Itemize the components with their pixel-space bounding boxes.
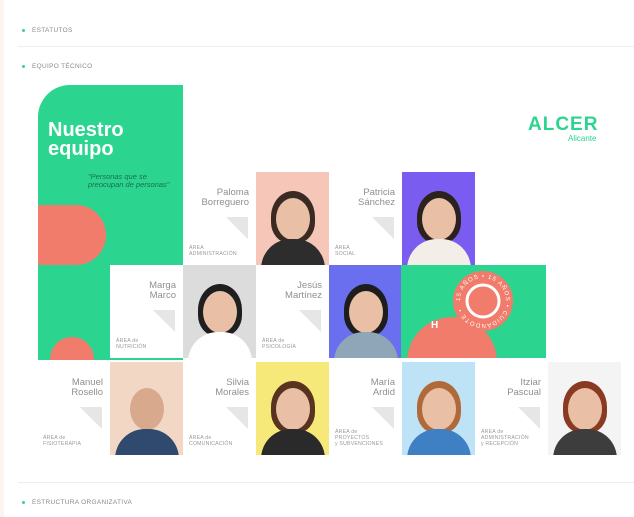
divider	[18, 482, 634, 483]
member-area: ÁREA de PSICOLOGÍA	[262, 338, 296, 350]
member-photo-patricia	[402, 172, 475, 265]
face-shape	[421, 388, 456, 431]
divider	[18, 46, 634, 47]
heart-logo-icon: H	[431, 320, 439, 331]
triangle-icon	[226, 407, 248, 429]
member-card-maria: María Ardid ÁREA de PROYECTOS y SUBVENCI…	[329, 362, 402, 455]
body-shape	[333, 332, 398, 358]
face-shape	[348, 291, 383, 334]
member-area: ÁREA de NUTRICIÓN	[116, 338, 147, 350]
triangle-icon	[372, 407, 394, 429]
triangle-icon	[226, 217, 248, 239]
face-shape	[275, 198, 310, 241]
alcer-logo: ALCER Alicante	[528, 115, 623, 145]
triangle-icon	[153, 310, 175, 332]
member-area: ÁREA ADMINISTRACIÓN	[189, 245, 237, 257]
triangle-icon	[518, 407, 540, 429]
member-area: ÁREA de ADMINISTRACIÓN y RECEPCIÓN	[481, 429, 529, 447]
face-shape	[567, 388, 602, 431]
logo-city: Alicante	[568, 134, 597, 143]
triangle-icon	[372, 217, 394, 239]
member-card-jesus: Jesús Martínez ÁREA de PSICOLOGÍA	[256, 265, 329, 358]
body-shape	[114, 429, 179, 455]
member-name: Manuel Rosello	[71, 377, 103, 398]
member-photo-manuel	[110, 362, 183, 455]
member-card-itziar: Itziar Pascual ÁREA de ADMINISTRACIÓN y …	[475, 362, 548, 455]
member-photo-maria	[402, 362, 475, 455]
accordion-estructura-label: ESTRUCTURA ORGANIZATIVA	[32, 498, 133, 506]
logo-name: ALCER	[528, 114, 599, 135]
member-area: ÁREA de COMUNICACIÓN	[189, 435, 233, 447]
member-card-marga: Marga Marco ÁREA de NUTRICIÓN	[110, 265, 183, 358]
member-card-manuel: Manuel Rosello ÁREA de FISIOTERAPIA	[37, 362, 110, 455]
member-photo-marga	[183, 265, 256, 358]
triangle-icon	[80, 407, 102, 429]
panel-quote: "Personas que se preocupan de personas"	[88, 172, 170, 189]
body-shape	[260, 429, 325, 455]
member-photo-jesus	[329, 265, 402, 358]
bullet-icon	[22, 64, 25, 68]
body-shape	[552, 429, 617, 455]
member-area: ÁREA de FISIOTERAPIA	[43, 435, 82, 447]
member-name: Silvia Morales	[215, 377, 249, 398]
face-shape	[421, 198, 456, 241]
accordion-estatutos[interactable]: ESTATUTOS	[22, 23, 73, 37]
anniversary-stamp: 15 AÑOS • 15 AÑOS • CUIDÁNDOTE •	[453, 271, 513, 331]
member-name: Patricia Sánchez	[358, 187, 395, 208]
member-photo-silvia	[256, 362, 329, 455]
triangle-icon	[299, 310, 321, 332]
decorative-blob	[38, 205, 106, 265]
member-area: ÁREA de PROYECTOS y SUBVENCIONES	[335, 429, 384, 447]
bullet-icon	[22, 500, 25, 504]
accordion-equipo-tecnico[interactable]: EQUIPO TÉCNICO	[22, 59, 92, 73]
member-photo-itziar	[548, 362, 621, 455]
bullet-icon	[22, 28, 25, 32]
member-name: Jesús Martínez	[285, 280, 322, 301]
member-photo-paloma	[256, 172, 329, 265]
member-name: Paloma Borreguero	[201, 187, 249, 208]
face-shape	[202, 291, 237, 334]
accordion-equipo-tecnico-label: EQUIPO TÉCNICO	[32, 62, 93, 70]
body-shape	[406, 429, 471, 455]
body-shape	[187, 332, 252, 358]
face-shape	[129, 388, 164, 431]
member-name: Marga Marco	[149, 280, 176, 301]
member-name: Itziar Pascual	[507, 377, 541, 398]
accordion-estructura-organizativa[interactable]: ESTRUCTURA ORGANIZATIVA	[22, 495, 132, 509]
decorative-blob	[50, 337, 94, 360]
face-shape	[275, 388, 310, 431]
body-shape	[406, 239, 471, 265]
accordion-estatutos-label: ESTATUTOS	[32, 26, 73, 34]
member-name: María Ardid	[370, 377, 395, 398]
panel-title: Nuestro equipo	[48, 119, 124, 160]
member-card-silvia: Silvia Morales ÁREA de COMUNICACIÓN	[183, 362, 256, 455]
member-card-paloma: Paloma Borreguero ÁREA ADMINISTRACIÓN	[183, 172, 256, 265]
member-area: ÁREA SOCIAL	[335, 245, 356, 257]
member-card-patricia: Patricia Sánchez ÁREA SOCIAL	[329, 172, 402, 265]
body-shape	[260, 239, 325, 265]
